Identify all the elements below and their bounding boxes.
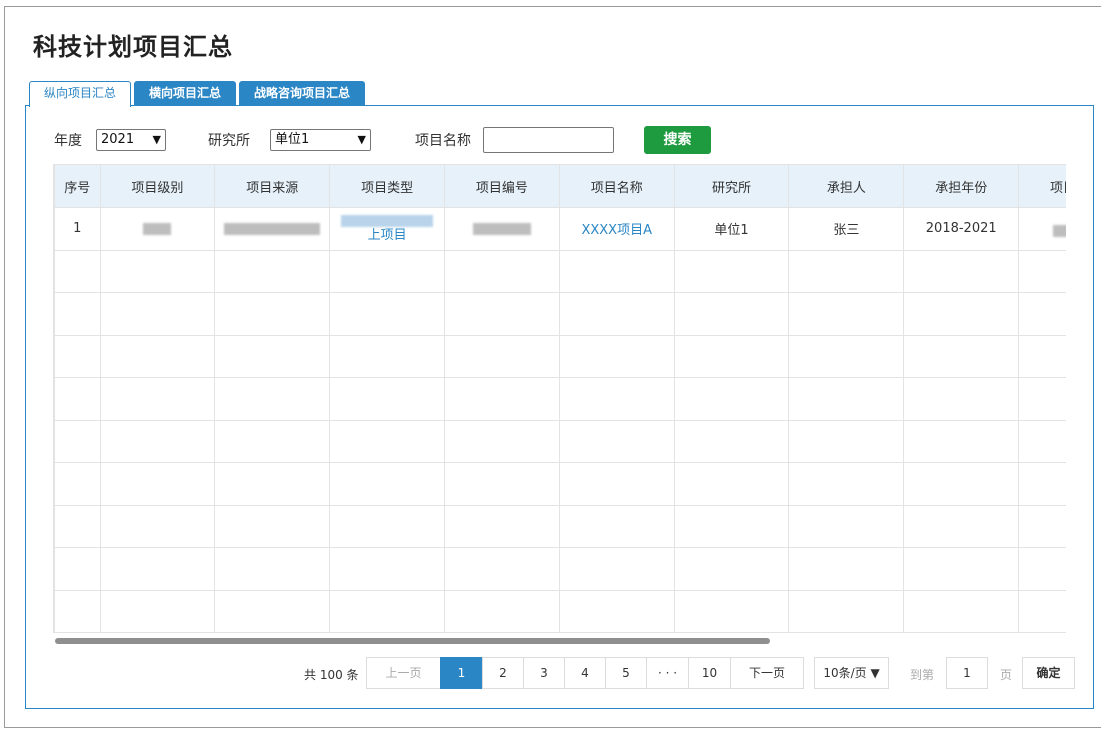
cell-type-text: 上项目 <box>367 227 407 243</box>
cell-index: 1 <box>54 207 101 251</box>
column-header: 项目类型 <box>329 164 445 208</box>
cell-level <box>99 207 216 251</box>
page-button-10[interactable]: 10 <box>688 657 731 689</box>
chevron-down-icon: ▼ <box>152 133 161 146</box>
table-row <box>54 504 1066 548</box>
table-row <box>54 334 1066 378</box>
table-row <box>54 547 1066 591</box>
page-title: 科技计划项目汇总 <box>33 33 233 61</box>
goto-page-input[interactable]: 1 <box>946 657 988 689</box>
column-header: 序号 <box>54 164 101 208</box>
search-button[interactable]: 搜索 <box>644 126 711 154</box>
table-row[interactable]: 1 上项目 XXXX项目A 单位1 张三 2018-2021 <box>54 207 1066 251</box>
window-frame: 科技计划项目汇总 纵向项目汇总 横向项目汇总 战略咨询项目汇总 年度 2021 … <box>4 6 1101 728</box>
table-row <box>54 377 1066 421</box>
table-row <box>54 249 1066 293</box>
cell-source <box>214 207 331 251</box>
page-button-1[interactable]: 1 <box>440 657 483 689</box>
project-name-input[interactable] <box>483 127 614 153</box>
year-label: 年度 <box>54 133 82 149</box>
table-row <box>54 462 1066 506</box>
institute-select[interactable]: 单位1 ▼ <box>270 129 371 151</box>
tab-vertical-projects[interactable]: 纵向项目汇总 <box>29 81 132 107</box>
filter-bar: 年度 2021 ▼ 研究所 单位1 ▼ 项目名称 搜索 <box>54 126 711 154</box>
cell-institute: 单位1 <box>673 207 790 251</box>
cell-years: 2018-2021 <box>903 207 1020 251</box>
cell-type[interactable]: 上项目 <box>329 207 445 251</box>
column-header: 项目级别 <box>99 164 216 208</box>
project-table-viewport: 序号 项目级别 项目来源 项目类型 项目编号 项目名称 研究所 承担人 承担年份… <box>53 164 1066 633</box>
page-size-select[interactable]: 10条/页 ▼ <box>814 657 889 689</box>
next-page-button[interactable]: 下一页 <box>730 657 804 689</box>
column-header: 承担人 <box>788 164 905 208</box>
year-select[interactable]: 2021 ▼ <box>96 129 166 151</box>
cell-name-link[interactable]: XXXX项目A <box>558 207 675 251</box>
goto-label: 到第 <box>910 668 935 682</box>
page-button-4[interactable]: 4 <box>564 657 606 689</box>
cell-funding: 万 <box>1018 207 1066 251</box>
tab-horizontal-projects[interactable]: 横向项目汇总 <box>134 81 237 106</box>
column-header: 项目名称 <box>558 164 675 208</box>
page-button-3[interactable]: 3 <box>523 657 565 689</box>
column-header: 项目经费 <box>1018 164 1066 208</box>
prev-page-button[interactable]: 上一页 <box>366 657 441 689</box>
table-row <box>54 589 1066 633</box>
column-header: 承担年份 <box>903 164 1020 208</box>
page-button-5[interactable]: 5 <box>605 657 647 689</box>
column-header: 研究所 <box>673 164 790 208</box>
page-button-2[interactable]: 2 <box>482 657 524 689</box>
tab-strategic-consulting[interactable]: 战略咨询项目汇总 <box>239 81 366 106</box>
project-table: 序号 项目级别 项目来源 项目类型 项目编号 项目名称 研究所 承担人 承担年份… <box>54 164 1066 633</box>
column-header: 项目编号 <box>443 164 560 208</box>
institute-label: 研究所 <box>208 133 250 149</box>
total-count: 共 100 条 <box>304 668 359 682</box>
column-header: 项目来源 <box>214 164 331 208</box>
horizontal-scrollbar[interactable] <box>53 636 1066 644</box>
table-header-row: 序号 项目级别 项目来源 项目类型 项目编号 项目名称 研究所 承担人 承担年份… <box>54 164 1066 208</box>
table-row <box>54 419 1066 463</box>
cell-person: 张三 <box>788 207 905 251</box>
confirm-button[interactable]: 确定 <box>1022 657 1075 689</box>
institute-select-value: 单位1 <box>275 132 310 147</box>
year-select-value: 2021 <box>101 132 135 147</box>
table-row <box>54 292 1066 336</box>
content-panel: 年度 2021 ▼ 研究所 单位1 ▼ 项目名称 搜索 序号 项目级别 项目来源… <box>25 105 1094 709</box>
page-unit-label: 页 <box>1000 668 1013 682</box>
cell-code <box>443 207 560 251</box>
page-ellipsis: · · · <box>646 657 689 689</box>
project-name-label: 项目名称 <box>415 133 471 149</box>
tab-bar: 纵向项目汇总 横向项目汇总 战略咨询项目汇总 <box>29 81 368 107</box>
horizontal-scrollbar-thumb[interactable] <box>55 638 770 644</box>
chevron-down-icon: ▼ <box>357 133 366 146</box>
